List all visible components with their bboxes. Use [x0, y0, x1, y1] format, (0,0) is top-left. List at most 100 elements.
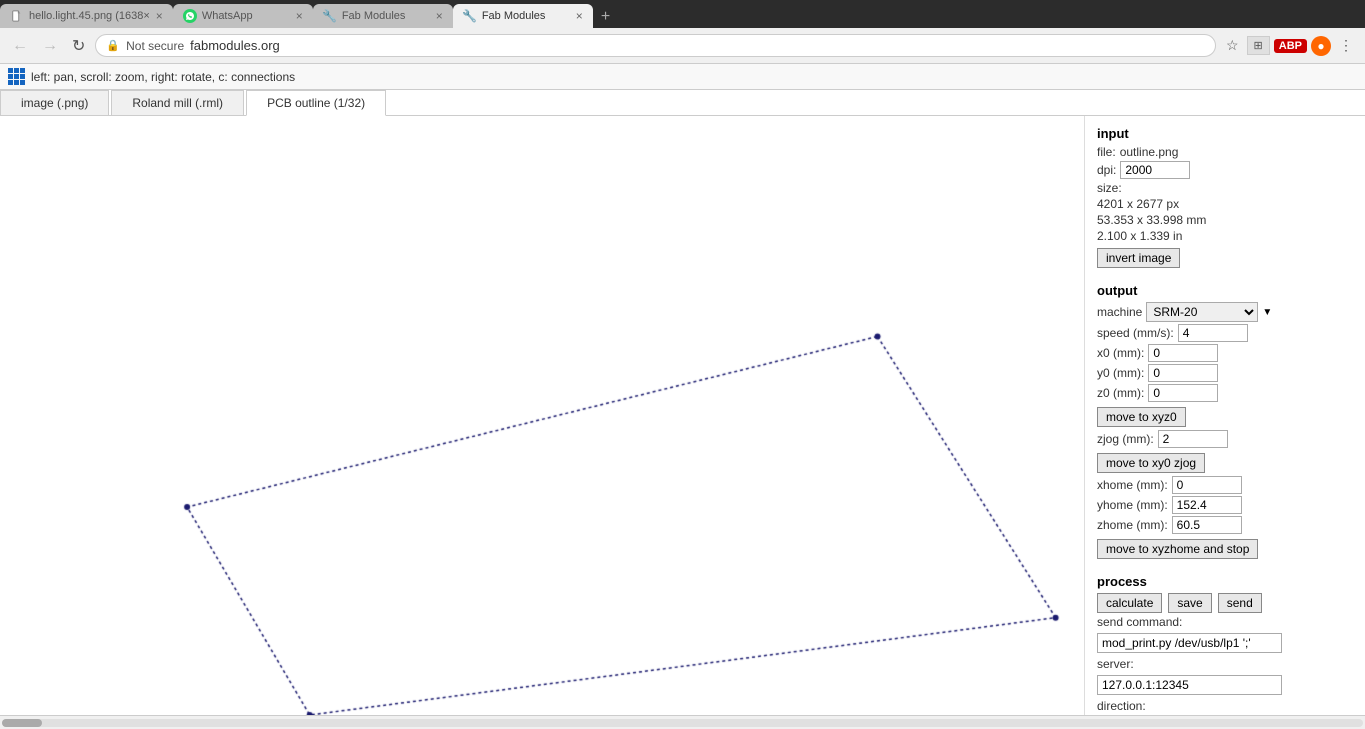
abp-button[interactable]: ABP: [1274, 39, 1307, 53]
output-section: output machine SRM-20 Roland MDX-20 Rola…: [1097, 283, 1353, 562]
move-xyz0-button[interactable]: move to xyz0: [1097, 407, 1186, 427]
size-in-row: 2.100 x 1.339 in: [1097, 229, 1353, 243]
tab-file-close[interactable]: ×: [156, 9, 163, 23]
zjog-row: zjog (mm):: [1097, 430, 1353, 448]
tab-fabmodules2-close[interactable]: ×: [576, 9, 583, 23]
reload-button[interactable]: ↻: [68, 34, 89, 58]
dpi-label: dpi:: [1097, 163, 1116, 177]
z0-input[interactable]: [1148, 384, 1218, 402]
tab-whatsapp-close[interactable]: ×: [296, 9, 303, 23]
yhome-input[interactable]: [1172, 496, 1242, 514]
output-title: output: [1097, 283, 1353, 298]
scrollbar-thumb[interactable]: [2, 719, 42, 727]
send-command-label: send command:: [1097, 615, 1182, 629]
bookmark-button[interactable]: ☆: [1222, 35, 1243, 56]
size-px: 4201 x 2677 px: [1097, 197, 1179, 211]
dpi-input[interactable]: [1120, 161, 1190, 179]
pcb-canvas[interactable]: [0, 116, 1084, 715]
server-label: server:: [1097, 657, 1134, 671]
scrollbar-area[interactable]: [0, 715, 1365, 729]
new-tab-button[interactable]: +: [593, 8, 618, 26]
tab-fabmodules2[interactable]: 🔧 Fab Modules ×: [453, 4, 593, 28]
move-home-button[interactable]: move to xyzhome and stop: [1097, 539, 1258, 559]
tab-roland-mill[interactable]: Roland mill (.rml): [111, 90, 244, 115]
scrollbar-track[interactable]: [2, 719, 1363, 727]
extra-button[interactable]: ●: [1311, 36, 1331, 56]
toolbar-hint: left: pan, scroll: zoom, right: rotate, …: [31, 70, 295, 84]
machine-label: machine: [1097, 305, 1142, 319]
whatsapp-favicon: [183, 9, 197, 23]
x0-label: x0 (mm):: [1097, 346, 1144, 360]
size-in: 2.100 x 1.339 in: [1097, 229, 1182, 243]
process-buttons: calculate save send: [1097, 593, 1353, 613]
tab-file[interactable]: hello.light.45.png (1638× ×: [0, 4, 173, 28]
size-mm: 53.353 x 33.998 mm: [1097, 213, 1206, 227]
back-button[interactable]: ←: [8, 35, 32, 57]
machine-select[interactable]: SRM-20 Roland MDX-20 Roland MDX-40: [1146, 302, 1258, 322]
fab-favicon-2: 🔧: [463, 9, 477, 23]
menu-button[interactable]: ⋮: [1335, 35, 1357, 56]
extensions-button[interactable]: ⊞: [1247, 36, 1270, 55]
right-panel: input file: outline.png dpi: size: 4201 …: [1085, 116, 1365, 715]
xhome-label: xhome (mm):: [1097, 478, 1168, 492]
move-xy0-button[interactable]: move to xy0 zjog: [1097, 453, 1205, 473]
y0-label: y0 (mm):: [1097, 366, 1144, 380]
server-input[interactable]: [1097, 675, 1282, 695]
canvas-area[interactable]: [0, 116, 1085, 715]
server-label-row: server:: [1097, 657, 1353, 671]
url-bar[interactable]: 🔒 Not secure fabmodules.org: [95, 34, 1216, 57]
speed-row: speed (mm/s):: [1097, 324, 1353, 342]
main-area: input file: outline.png dpi: size: 4201 …: [0, 116, 1365, 715]
file-label: file:: [1097, 145, 1116, 159]
tab-whatsapp-title: WhatsApp: [202, 10, 290, 22]
yhome-row: yhome (mm):: [1097, 496, 1353, 514]
send-command-label-row: send command:: [1097, 615, 1353, 629]
xhome-row: xhome (mm):: [1097, 476, 1353, 494]
xhome-input[interactable]: [1172, 476, 1242, 494]
nav-bar: ← → ↻ 🔒 Not secure fabmodules.org ☆ ⊞ AB…: [0, 28, 1365, 64]
tab-strip: image (.png) Roland mill (.rml) PCB outl…: [0, 90, 1365, 116]
dpi-row: dpi:: [1097, 161, 1353, 179]
speed-label: speed (mm/s):: [1097, 326, 1174, 340]
tab-image-png[interactable]: image (.png): [0, 90, 109, 115]
file-value: outline.png: [1120, 145, 1179, 159]
send-button[interactable]: send: [1218, 593, 1262, 613]
process-title: process: [1097, 574, 1353, 589]
url-text: fabmodules.org: [190, 38, 1205, 53]
tab-fabmodules1-close[interactable]: ×: [436, 9, 443, 23]
forward-button[interactable]: →: [38, 35, 62, 57]
zhome-label: zhome (mm):: [1097, 518, 1168, 532]
invert-image-button[interactable]: invert image: [1097, 248, 1180, 268]
nav-actions: ☆ ⊞ ABP ● ⋮: [1222, 35, 1357, 56]
tab-bar: hello.light.45.png (1638× × WhatsApp × 🔧…: [0, 0, 1365, 28]
tab-pcb-outline[interactable]: PCB outline (1/32): [246, 90, 386, 116]
toolbar: left: pan, scroll: zoom, right: rotate, …: [0, 64, 1365, 90]
lock-icon: 🔒: [106, 39, 120, 52]
calculate-button[interactable]: calculate: [1097, 593, 1162, 613]
size-label: size:: [1097, 181, 1122, 195]
tab-fabmodules1-title: Fab Modules: [342, 10, 430, 22]
z0-row: z0 (mm):: [1097, 384, 1353, 402]
file-icon: [10, 9, 24, 23]
zhome-input[interactable]: [1172, 516, 1242, 534]
file-row: file: outline.png: [1097, 145, 1353, 159]
tab-file-title: hello.light.45.png (1638×: [29, 10, 150, 22]
tab-fabmodules1[interactable]: 🔧 Fab Modules ×: [313, 4, 453, 28]
grid-icon: [8, 68, 25, 85]
browser-chrome: hello.light.45.png (1638× × WhatsApp × 🔧…: [0, 0, 1365, 64]
x0-input[interactable]: [1148, 344, 1218, 362]
y0-input[interactable]: [1148, 364, 1218, 382]
size-px-row: 4201 x 2677 px: [1097, 197, 1353, 211]
tab-fabmodules2-title: Fab Modules: [482, 10, 570, 22]
tab-whatsapp[interactable]: WhatsApp ×: [173, 4, 313, 28]
yhome-label: yhome (mm):: [1097, 498, 1168, 512]
zhome-row: zhome (mm):: [1097, 516, 1353, 534]
send-command-input[interactable]: [1097, 633, 1282, 653]
save-button[interactable]: save: [1168, 593, 1211, 613]
direction-row: direction:: [1097, 699, 1353, 713]
speed-input[interactable]: [1178, 324, 1248, 342]
zjog-input[interactable]: [1158, 430, 1228, 448]
z0-label: z0 (mm):: [1097, 386, 1144, 400]
zjog-label: zjog (mm):: [1097, 432, 1154, 446]
x0-row: x0 (mm):: [1097, 344, 1353, 362]
